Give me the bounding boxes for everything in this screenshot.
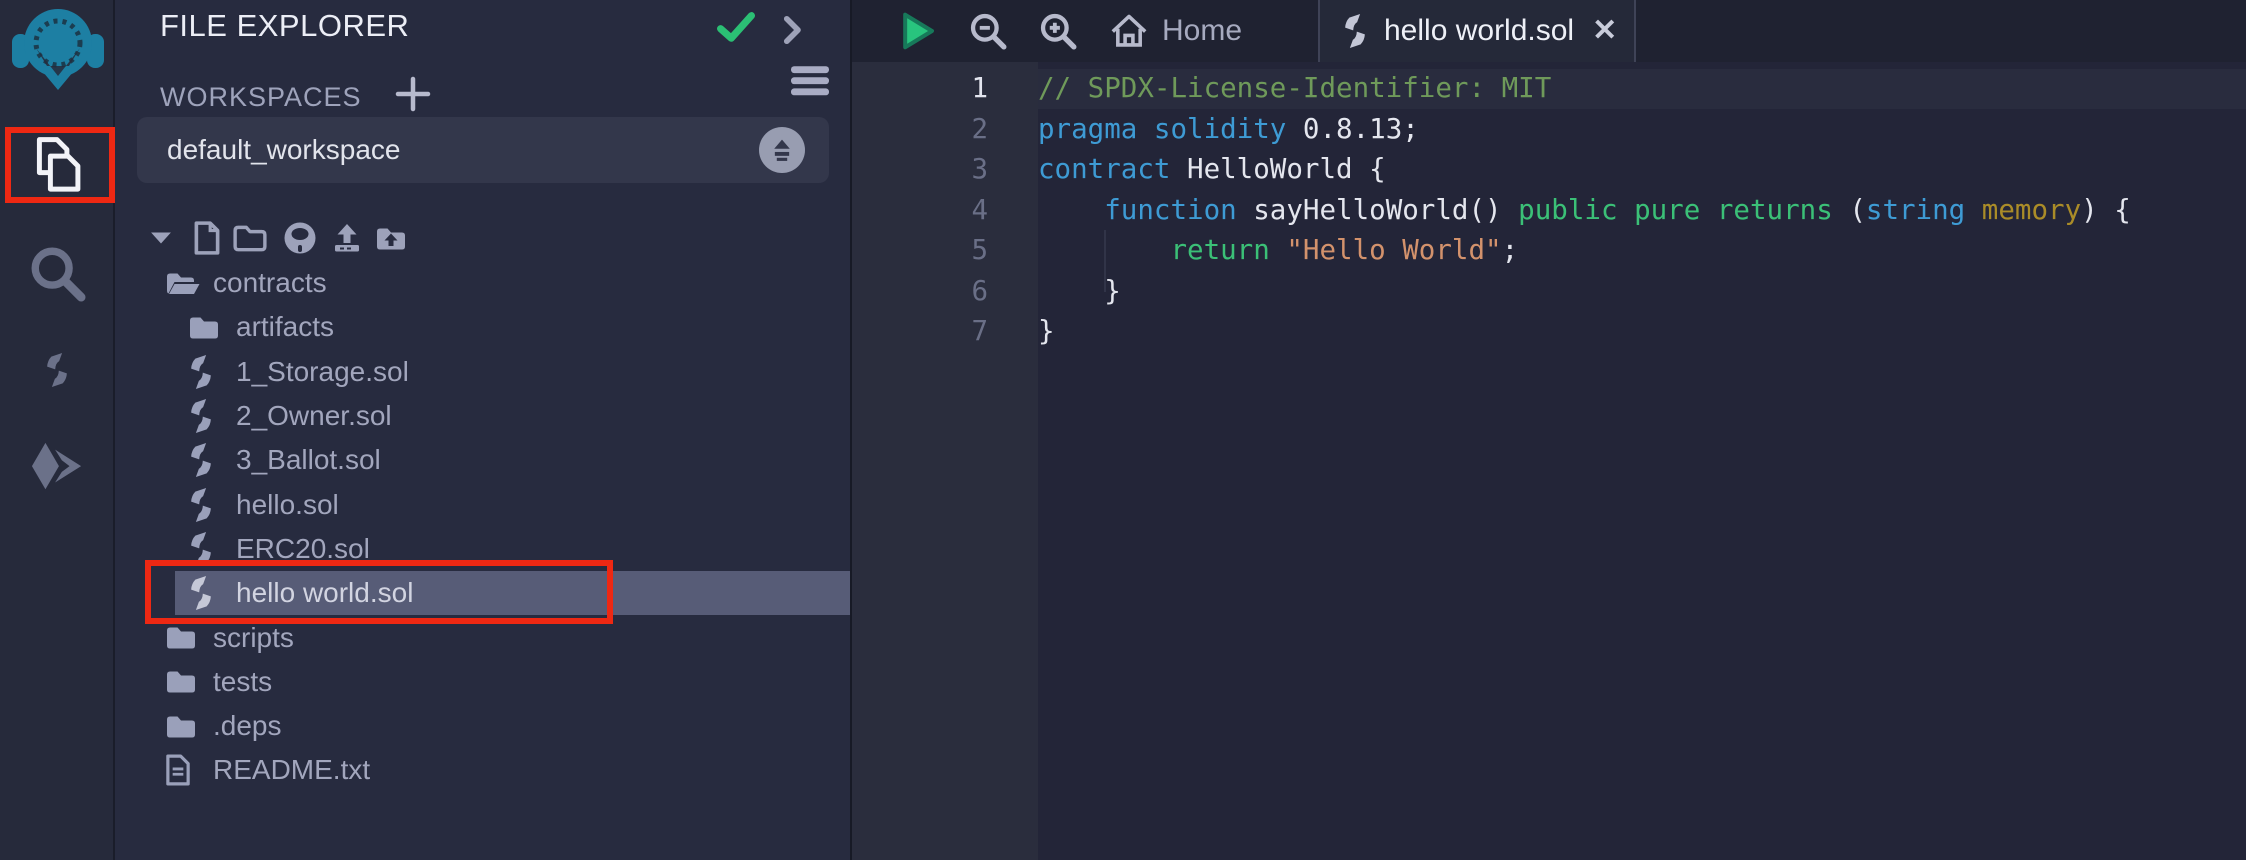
editor-area: Home hello world.sol ✕ 1234567 // SPDX-L… [850, 0, 2246, 860]
line-number: 3 [852, 149, 988, 190]
activity-bar-item-search[interactable] [0, 234, 113, 312]
add-workspace-button[interactable] [395, 76, 431, 112]
solidity-icon [188, 355, 230, 389]
chevron-right-icon[interactable] [783, 15, 803, 45]
remix-ide-window: FILE EXPLORER WORKSPACES default_workspa… [0, 0, 2246, 860]
file-tree-toolbar [115, 216, 850, 260]
check-icon[interactable] [717, 12, 755, 43]
activity-bar-item-deploy-and-run[interactable] [0, 429, 113, 507]
tree-item-erc20-sol[interactable]: ERC20.sol [115, 527, 850, 571]
play-icon [898, 10, 938, 52]
activity-bar [0, 0, 115, 860]
solidity-icon [188, 443, 230, 477]
zoom-out-icon [969, 12, 1007, 50]
tree-item-label: 3_Ballot.sol [236, 444, 381, 476]
tree-item-label: hello.sol [236, 489, 339, 521]
tab-label: hello world.sol [1384, 14, 1574, 48]
tree-item-contracts[interactable]: contracts [115, 261, 850, 305]
code-editor[interactable]: 1234567 // SPDX-License-Identifier: MITp… [852, 62, 2246, 860]
activity-bar-item-file-explorer[interactable] [0, 127, 113, 205]
code-line-4: function sayHelloWorld() public pure ret… [1038, 190, 2131, 231]
files-icon [24, 135, 90, 197]
solidity-icon [44, 353, 70, 387]
solidity-icon [188, 532, 230, 566]
tab-home-label: Home [1162, 14, 1242, 48]
editor-gutter: 1234567 [852, 62, 1038, 860]
workspace-select-value: default_workspace [167, 117, 400, 183]
tree-item-label: ERC20.sol [236, 533, 370, 565]
tree-item-hello-sol[interactable]: hello.sol [115, 482, 850, 526]
tree-item-label: README.txt [213, 754, 370, 786]
search-icon [28, 244, 86, 302]
github-icon[interactable] [281, 221, 319, 255]
line-number: 5 [852, 230, 988, 271]
file-tree: contracts artifacts 1_Storage.sol 2_Owner.s… [115, 261, 850, 793]
file-explorer-panel: FILE EXPLORER WORKSPACES default_workspa… [115, 0, 850, 860]
solidity-icon [188, 488, 230, 522]
code-line-5: return "Hello World"; [1038, 230, 2131, 271]
code-line-1: // SPDX-License-Identifier: MIT [1038, 68, 2131, 109]
file-text-icon [165, 754, 207, 786]
tree-item-artifacts[interactable]: artifacts [115, 305, 850, 349]
code-line-2: pragma solidity 0.8.13; [1038, 109, 2131, 150]
tree-item-2-owner-sol[interactable]: 2_Owner.sol [115, 394, 850, 438]
tree-item-label: tests [213, 666, 272, 698]
sort-icon[interactable] [759, 127, 805, 173]
tree-item-hello-world-sol[interactable]: hello world.sol [115, 571, 850, 615]
new-folder-icon[interactable] [231, 224, 269, 252]
tree-item-label: .deps [213, 710, 282, 742]
caret-down-icon[interactable] [148, 231, 174, 245]
ethereum-deploy-icon [26, 441, 88, 495]
tree-item-1-storage-sol[interactable]: 1_Storage.sol [115, 350, 850, 394]
line-number: 2 [852, 109, 988, 150]
code-line-6: } [1038, 271, 2131, 312]
close-icon[interactable]: ✕ [1592, 16, 1617, 46]
folder-icon [165, 668, 207, 695]
activity-bar-item-solidity-compiler[interactable] [0, 331, 113, 409]
tree-item-label: scripts [213, 622, 294, 654]
hamburger-menu-icon[interactable] [791, 64, 829, 98]
tree-item-label: 2_Owner.sol [236, 400, 392, 432]
line-number: 1 [852, 68, 988, 109]
line-number: 6 [852, 271, 988, 312]
tree-item-3-ballot-sol[interactable]: 3_Ballot.sol [115, 438, 850, 482]
remix-logo-icon[interactable] [10, 6, 106, 90]
folder-icon [165, 624, 207, 651]
tree-item-tests[interactable]: tests [115, 660, 850, 704]
workspaces-label: WORKSPACES [160, 82, 362, 113]
folder-icon [165, 713, 207, 740]
zoom-in-button[interactable] [1030, 0, 1086, 62]
tree-item--deps[interactable]: .deps [115, 704, 850, 748]
folder-open-icon [165, 270, 207, 297]
upload-file-icon[interactable] [330, 223, 364, 253]
tree-item-label: 1_Storage.sol [236, 356, 409, 388]
line-number: 7 [852, 311, 988, 352]
zoom-out-button[interactable] [960, 0, 1016, 62]
line-number: 4 [852, 190, 988, 231]
upload-folder-icon[interactable] [373, 225, 409, 252]
solidity-icon [188, 399, 230, 433]
home-icon [1110, 14, 1148, 48]
workspace-select[interactable]: default_workspace [137, 117, 829, 183]
code-content: // SPDX-License-Identifier: MITpragma so… [1038, 68, 2131, 352]
run-script-button[interactable] [890, 0, 946, 62]
new-file-icon[interactable] [191, 221, 223, 255]
tree-item-label: hello world.sol [236, 577, 413, 609]
code-line-7: } [1038, 311, 2131, 352]
solidity-icon [1342, 14, 1368, 48]
zoom-in-icon [1039, 12, 1077, 50]
tree-item-label: contracts [213, 267, 327, 299]
panel-title: FILE EXPLORER [160, 8, 409, 44]
tree-item-label: artifacts [236, 311, 334, 343]
editor-tab-bar: Home hello world.sol ✕ [852, 0, 2246, 62]
tree-item-readme-txt[interactable]: README.txt [115, 748, 850, 792]
tree-item-scripts[interactable]: scripts [115, 615, 850, 659]
line-numbers: 1234567 [852, 68, 988, 352]
code-line-3: contract HelloWorld { [1038, 149, 2131, 190]
tab-hello-world-sol[interactable]: hello world.sol ✕ [1318, 0, 1636, 62]
solidity-icon [188, 576, 230, 610]
folder-icon [188, 314, 230, 341]
tab-home[interactable]: Home [1110, 0, 1242, 62]
